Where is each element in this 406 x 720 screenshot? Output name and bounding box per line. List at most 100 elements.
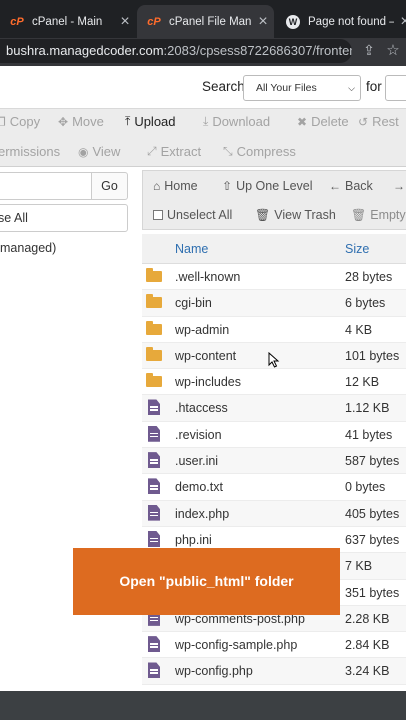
permissions-button[interactable]: ermissions: [0, 144, 60, 159]
file-name[interactable]: .htaccess: [175, 401, 228, 415]
arrow-left-icon: ←: [329, 179, 341, 193]
move-button[interactable]: ✥ Move: [58, 114, 104, 129]
table-row[interactable]: wp-includes 12 KB: [142, 369, 406, 396]
unselect-all-button[interactable]: Unselect All: [153, 208, 232, 222]
file-size: 6 bytes: [345, 296, 386, 311]
chevron-down-icon: ⌵: [348, 83, 355, 93]
forward-button[interactable]: →: [393, 179, 406, 193]
file-name[interactable]: wp-includes: [175, 375, 241, 389]
folder-icon: [146, 268, 162, 284]
close-icon[interactable]: ×: [252, 13, 274, 31]
back-button[interactable]: ← Back: [329, 179, 373, 193]
navigation-bar: ⌂ Home ⇧ Up One Level ← Back → Unselect All…: [142, 170, 406, 230]
table-row[interactable]: .revision 41 bytes: [142, 422, 406, 449]
copy-icon: ❐: [0, 114, 6, 129]
tab-file-manager[interactable]: cP cPanel File Manag ×: [137, 5, 274, 38]
file-icon: [146, 636, 162, 653]
restore-icon: ↺: [358, 114, 369, 129]
search-scope-select[interactable]: All Your Files ⌵: [243, 75, 361, 101]
tree-root-item[interactable]: managed): [0, 241, 56, 255]
tab-cpanel-main[interactable]: cP cPanel - Main ×: [0, 5, 136, 38]
table-row[interactable]: cgi-bin 6 bytes: [142, 290, 406, 317]
file-name[interactable]: demo.txt: [175, 480, 223, 494]
close-icon[interactable]: ×: [114, 13, 136, 31]
download-icon: ⤓: [203, 114, 209, 128]
delete-label: Delete: [311, 114, 349, 129]
size-column-header[interactable]: Size: [345, 242, 369, 256]
file-size: 41 bytes: [345, 427, 393, 442]
file-icon: [146, 504, 162, 521]
compress-label: Compress: [236, 144, 296, 159]
table-row[interactable]: .well-known 28 bytes: [142, 264, 406, 291]
table-row[interactable]: demo.txt 0 bytes: [142, 474, 406, 501]
file-icon: [146, 530, 162, 547]
close-icon[interactable]: ×: [394, 13, 406, 31]
bookmark-star-icon[interactable]: ☆: [384, 41, 402, 59]
file-name[interactable]: wp-admin: [175, 323, 229, 337]
go-button[interactable]: Go: [91, 172, 128, 200]
extract-label: Extract: [160, 144, 202, 159]
collapse-all-button[interactable]: se All: [0, 204, 128, 232]
view-trash-button[interactable]: 🗑 View Trash: [255, 208, 336, 222]
compress-button[interactable]: ⤡ Compress: [223, 144, 296, 159]
trash-icon: 🗑: [255, 208, 271, 222]
file-name[interactable]: wp-config.php: [175, 664, 253, 678]
file-name[interactable]: .user.ini: [175, 454, 218, 468]
table-row[interactable]: wp-config-sample.php 2.84 KB: [142, 632, 406, 659]
url-field[interactable]: bushra.managedcoder.com:2083/cpsess87226…: [0, 39, 352, 63]
table-row[interactable]: index.php 405 bytes: [142, 500, 406, 527]
file-size: 3.24 KB: [345, 664, 390, 679]
file-name[interactable]: cgi-bin: [175, 296, 212, 310]
download-button[interactable]: ⤓ Download: [203, 114, 270, 129]
arrow-right-icon: →: [393, 179, 405, 193]
home-button[interactable]: ⌂ Home: [153, 179, 198, 193]
tab-page-not-found[interactable]: W Page not found – ×: [276, 5, 406, 38]
file-name[interactable]: php.ini: [175, 533, 212, 547]
file-icon: [146, 452, 162, 469]
file-size: 4 KB: [345, 322, 373, 337]
file-size: 1.12 KB: [345, 401, 390, 416]
trash-icon: 🗑: [351, 208, 367, 222]
file-size: 587 bytes: [345, 454, 400, 469]
file-size: 2.84 KB: [345, 638, 390, 653]
home-label: Home: [164, 179, 198, 193]
name-column-header[interactable]: Name: [175, 242, 208, 256]
view-button[interactable]: ◉ View: [78, 144, 120, 159]
file-icon: [146, 399, 162, 416]
file-name[interactable]: .revision: [175, 428, 222, 442]
copy-button[interactable]: ❐ Copy: [0, 114, 40, 129]
share-icon[interactable]: ⇪: [360, 42, 378, 60]
extract-icon: ⤢: [147, 144, 157, 158]
file-manager-header: Search All Your Files ⌵ for: [0, 66, 406, 109]
restore-button[interactable]: ↺ Rest: [358, 114, 399, 129]
mouse-cursor-icon: [268, 352, 280, 368]
table-row[interactable]: .user.ini 587 bytes: [142, 448, 406, 475]
delete-icon: ✖: [297, 114, 308, 129]
folder-icon: [146, 294, 162, 310]
tab-title: Page not found –: [308, 15, 394, 28]
tab-title: cPanel File Manag: [169, 15, 252, 28]
delete-button[interactable]: ✖ Delete: [297, 114, 349, 129]
file-name[interactable]: wp-content: [175, 349, 236, 363]
file-icon: [146, 662, 162, 679]
view-label: View: [92, 144, 121, 159]
search-input[interactable]: [385, 75, 406, 101]
file-name[interactable]: .well-known: [175, 270, 240, 284]
extract-button[interactable]: ⤢ Extract: [147, 144, 201, 159]
file-name[interactable]: index.php: [175, 507, 229, 521]
bottom-bar: [0, 691, 406, 720]
table-row[interactable]: wp-admin 4 KB: [142, 317, 406, 343]
table-row[interactable]: wp-config.php 3.24 KB: [142, 658, 406, 685]
file-name[interactable]: wp-config-sample.php: [175, 638, 297, 652]
table-row[interactable]: .htaccess 1.12 KB: [142, 395, 406, 422]
empty-trash-button[interactable]: 🗑Empty T: [351, 208, 406, 222]
eye-icon: ◉: [78, 144, 89, 159]
folder-icon: [146, 346, 162, 363]
folder-icon: [146, 373, 162, 389]
path-input[interactable]: [0, 172, 92, 200]
file-icon: [146, 478, 162, 495]
up-one-level-button[interactable]: ⇧ Up One Level: [222, 179, 313, 193]
search-scope-value: All Your Files: [256, 82, 317, 94]
upload-button[interactable]: ⤒ Upload: [125, 114, 176, 129]
file-list-table: Name Size .well-known 28 bytes cgi-bin 6 by…: [142, 234, 406, 685]
